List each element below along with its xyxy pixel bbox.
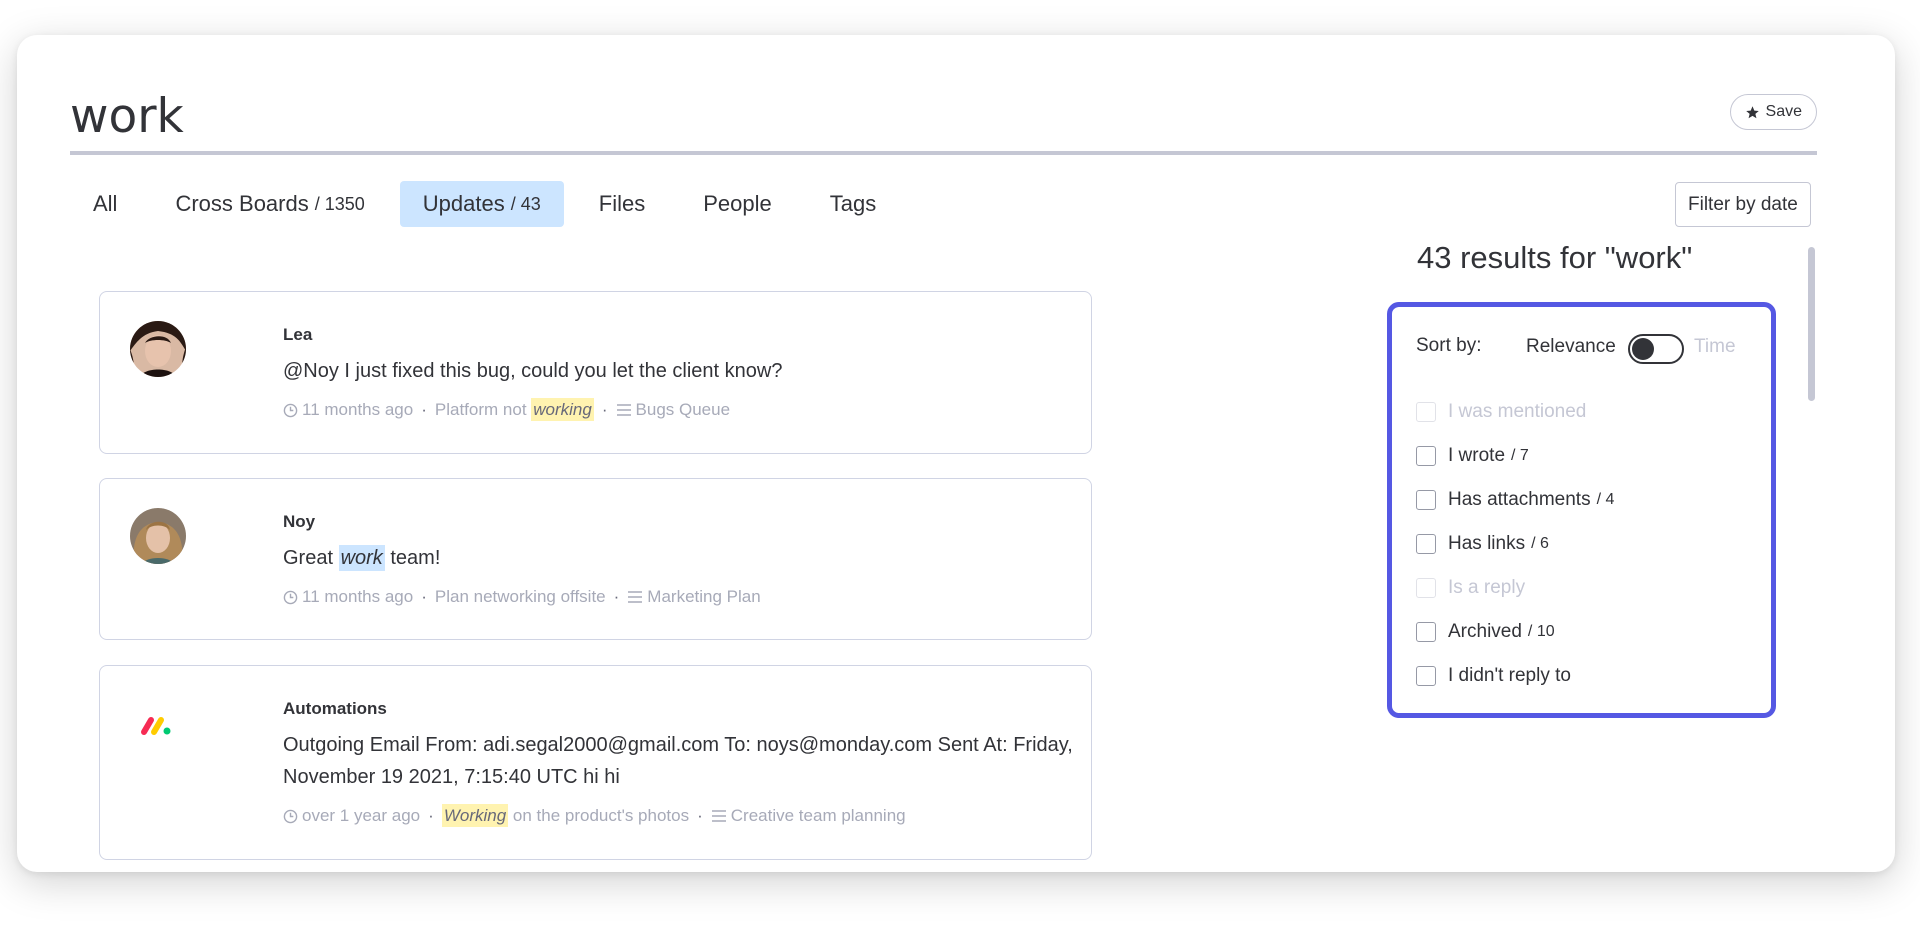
save-label: Save <box>1765 103 1802 120</box>
save-button[interactable]: Save <box>1729 94 1817 130</box>
update-time: 11 months ago <box>302 400 414 419</box>
search-bar: Save <box>70 85 1817 155</box>
tab-all[interactable]: All <box>70 181 140 227</box>
sort-toggle[interactable] <box>1628 334 1684 364</box>
filters-panel: Sort by: Relevance Time I was mentioned … <box>1387 302 1776 718</box>
update-card[interactable]: Lea @Noy I just fixed this bug, could yo… <box>99 291 1092 454</box>
avatar <box>130 321 186 377</box>
update-text: @Noy I just fixed this bug, could you le… <box>283 360 783 382</box>
update-board-link[interactable]: Bugs Queue <box>636 400 731 420</box>
update-meta: 11 months ago · Plan networking offsite … <box>283 587 761 607</box>
update-board-link[interactable]: Creative team planning <box>731 806 906 826</box>
filter-i-didnt-reply-to[interactable]: I didn't reply to <box>1416 663 1571 689</box>
update-time: 11 months ago <box>302 587 414 606</box>
update-author: Noy <box>283 512 316 531</box>
filter-archived[interactable]: Archived/ 10 <box>1416 619 1555 645</box>
board-icon <box>711 810 726 822</box>
update-card[interactable]: Noy Great work team! 11 months ago · Pla… <box>99 478 1092 640</box>
board-icon <box>628 591 643 603</box>
filter-i-wrote[interactable]: I wrote/ 7 <box>1416 443 1529 469</box>
checkbox[interactable] <box>1416 666 1436 686</box>
tab-cross-boards[interactable]: Cross Boards/ 1350 <box>152 181 387 227</box>
sort-relevance-label[interactable]: Relevance <box>1526 336 1616 358</box>
update-item-link[interactable]: Plan networking offsite <box>435 587 606 607</box>
update-meta: over 1 year ago · Working on the product… <box>283 804 906 827</box>
sort-label: Sort by: <box>1416 335 1482 356</box>
clock-icon <box>283 403 298 417</box>
clock-icon <box>283 809 298 823</box>
scrollbar[interactable] <box>1808 247 1815 401</box>
update-item-link[interactable]: Platform not working <box>435 398 594 421</box>
update-text: Great work team! <box>283 545 441 571</box>
checkbox[interactable] <box>1416 534 1436 554</box>
checkbox[interactable] <box>1416 402 1436 422</box>
sort-time-label[interactable]: Time <box>1694 336 1736 358</box>
checkbox[interactable] <box>1416 446 1436 466</box>
update-meta: 11 months ago · Platform not working · B… <box>283 398 731 421</box>
update-author: Automations <box>283 699 387 718</box>
results-title: 43 results for "work" <box>1417 240 1693 275</box>
star-icon <box>1745 105 1759 118</box>
search-tabs: All Cross Boards/ 1350 Updates/ 43 Files… <box>70 181 911 227</box>
checkbox[interactable] <box>1416 490 1436 510</box>
clock-icon <box>283 590 298 604</box>
search-input[interactable] <box>70 85 1470 147</box>
filter-has-links[interactable]: Has links/ 6 <box>1416 531 1549 557</box>
update-text: Outgoing Email From: adi.segal2000@gmail… <box>283 734 1073 788</box>
tab-updates[interactable]: Updates/ 43 <box>399 181 564 227</box>
tab-files[interactable]: Files <box>576 181 668 227</box>
monday-logo-icon <box>130 696 186 752</box>
update-item-link[interactable]: Working on the product's photos <box>441 804 689 827</box>
filter-by-date-button[interactable]: Filter by date <box>1675 182 1811 227</box>
search-panel: Save All Cross Boards/ 1350 Updates/ 43 … <box>17 35 1895 872</box>
checkbox[interactable] <box>1416 622 1436 642</box>
toggle-knob <box>1632 338 1654 360</box>
filter-is-a-reply[interactable]: Is a reply <box>1416 575 1525 601</box>
update-board-link[interactable]: Marketing Plan <box>647 587 760 607</box>
update-card[interactable]: Automations Outgoing Email From: adi.seg… <box>99 665 1092 860</box>
update-author: Lea <box>283 325 313 344</box>
avatar <box>130 508 186 564</box>
tab-people[interactable]: People <box>680 181 795 227</box>
checkbox[interactable] <box>1416 578 1436 598</box>
tab-tags[interactable]: Tags <box>807 181 899 227</box>
filter-has-attachments[interactable]: Has attachments/ 4 <box>1416 487 1614 513</box>
update-time: over 1 year ago <box>302 806 421 825</box>
filter-i-was-mentioned[interactable]: I was mentioned <box>1416 399 1586 425</box>
board-icon <box>616 404 631 416</box>
